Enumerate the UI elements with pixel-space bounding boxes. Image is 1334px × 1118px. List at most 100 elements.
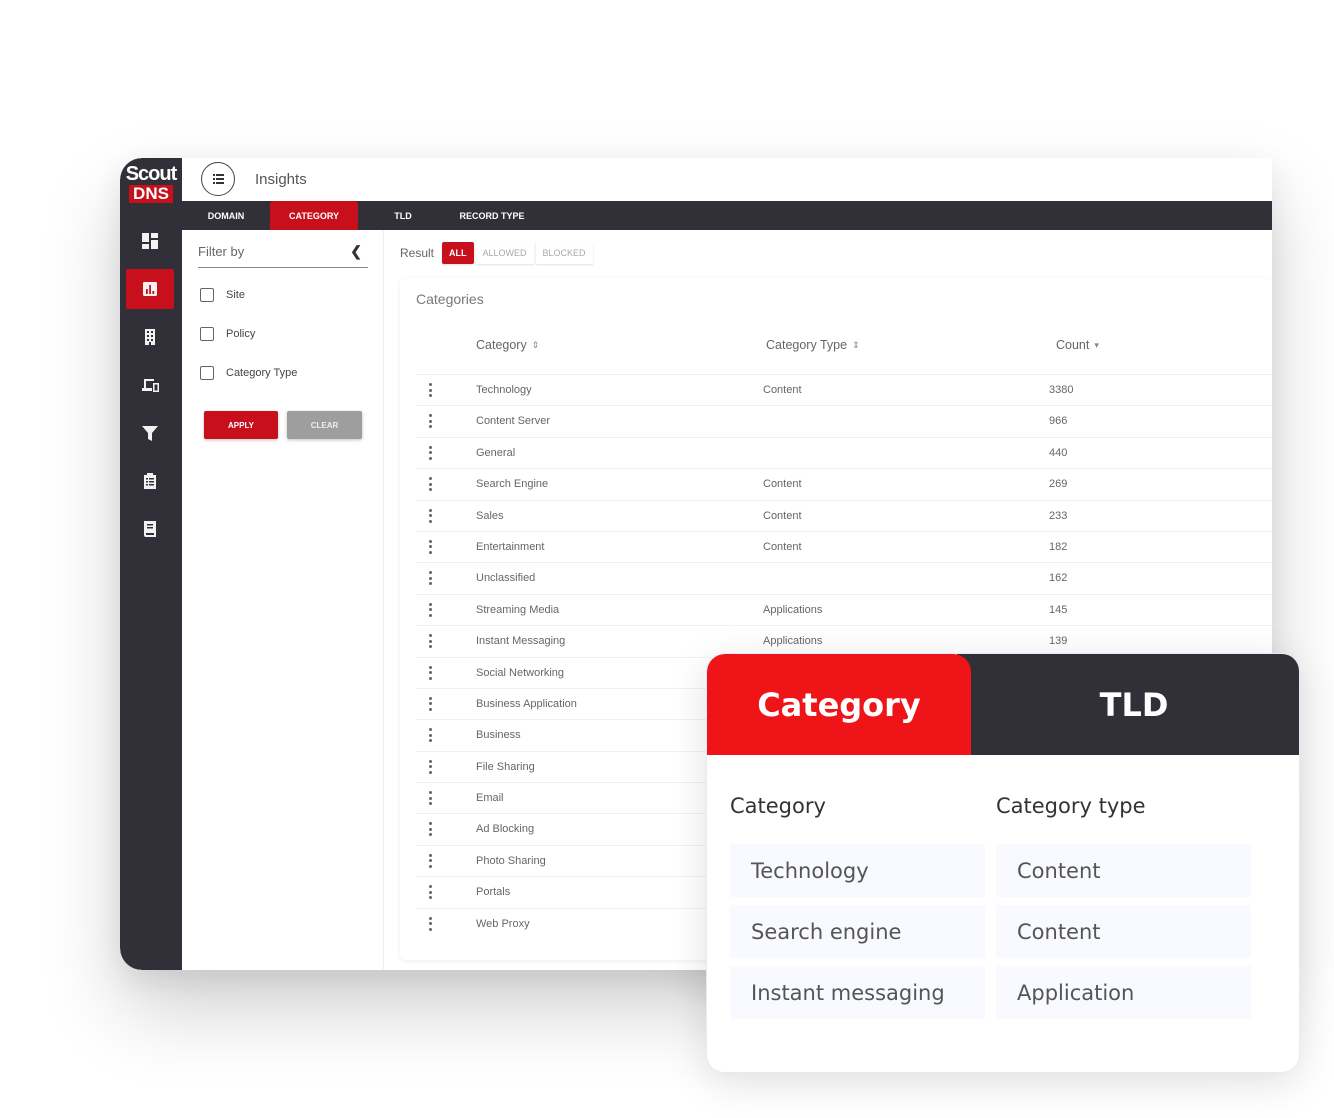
- more-vert-icon[interactable]: [426, 445, 434, 460]
- cell-category-type: Content: [763, 384, 802, 396]
- apply-button[interactable]: APPLY: [204, 411, 278, 439]
- tab-record-type[interactable]: RECORD TYPE: [448, 201, 536, 230]
- cell-category: Web Proxy: [476, 917, 530, 930]
- result-blocked-button[interactable]: BLOCKED: [535, 242, 593, 264]
- table-header: Category ⇕ Category Type ⇕ Count ▾: [400, 334, 1272, 374]
- table-row[interactable]: Instant Messaging Applications 139: [416, 625, 1272, 656]
- filter-option-category-type[interactable]: Category Type: [200, 366, 297, 380]
- more-vert-icon[interactable]: [426, 414, 434, 429]
- popup-tab-tld[interactable]: TLD: [957, 654, 1299, 755]
- chevron-left-icon[interactable]: ❮: [350, 243, 362, 260]
- filter-header: Filter by ❮: [198, 243, 368, 268]
- cell-count: 966: [1049, 415, 1068, 428]
- cell-category: Search Engine: [476, 478, 549, 491]
- tab-tld[interactable]: TLD: [358, 201, 448, 230]
- cell-category: Streaming Media: [476, 603, 560, 616]
- column-label: Count: [1056, 338, 1090, 352]
- cell-category: General: [476, 446, 516, 459]
- cell-category: Email: [476, 792, 504, 805]
- result-all-button[interactable]: ALL: [442, 242, 474, 264]
- filter-option-policy[interactable]: Policy: [200, 327, 255, 341]
- popup-tab-category[interactable]: Category: [707, 654, 971, 755]
- clear-button[interactable]: CLEAR: [287, 411, 362, 439]
- list-icon: [212, 174, 224, 184]
- column-header-category[interactable]: Category ⇕: [476, 338, 539, 352]
- cell-category: Social Networking: [476, 666, 565, 679]
- sidebar-item-reports[interactable]: [126, 461, 174, 501]
- more-vert-icon[interactable]: [426, 477, 434, 492]
- result-allowed-button[interactable]: ALLOWED: [475, 242, 534, 264]
- more-vert-icon[interactable]: [426, 539, 434, 554]
- sidebar-item-insights[interactable]: [126, 269, 174, 309]
- tab-domain[interactable]: DOMAIN: [182, 201, 270, 230]
- table-row[interactable]: Sales Content 233: [416, 499, 1272, 531]
- filter-panel: Filter by ❮ Site Policy Category Type AP…: [182, 230, 384, 970]
- clipboard-list-icon: [144, 473, 156, 489]
- logo-dns-text: DNS: [129, 185, 173, 203]
- cell-category: Photo Sharing: [476, 854, 546, 867]
- logo-scout-text: Scout: [125, 163, 178, 185]
- sidebar-item-dashboard[interactable]: [126, 221, 174, 261]
- more-vert-icon[interactable]: [426, 853, 434, 868]
- cell-count: 139: [1049, 635, 1068, 648]
- popup-cell-type: Content: [996, 905, 1251, 958]
- scoutdns-logo[interactable]: Scout DNS: [122, 164, 180, 204]
- sort-desc-icon: ▾: [1094, 339, 1099, 350]
- filter-option-site[interactable]: Site: [200, 288, 245, 302]
- more-vert-icon[interactable]: [426, 383, 434, 397]
- more-vert-icon[interactable]: [426, 759, 434, 774]
- cell-category: Instant Messaging: [476, 635, 566, 648]
- insights-tabs: DOMAIN CATEGORY TLD RECORD TYPE: [182, 201, 1272, 230]
- sidebar-item-sites[interactable]: [126, 317, 174, 357]
- column-header-count[interactable]: Count ▾: [1056, 338, 1099, 352]
- menu-button[interactable]: [201, 162, 235, 196]
- more-vert-icon[interactable]: [426, 571, 434, 586]
- table-row[interactable]: Unclassified 162: [416, 562, 1272, 593]
- more-vert-icon[interactable]: [426, 728, 434, 743]
- cell-category: Entertainment: [476, 540, 545, 553]
- category-preview-card: TLD Category Category Category type Tech…: [706, 653, 1300, 1073]
- more-vert-icon[interactable]: [426, 634, 434, 649]
- table-row[interactable]: Content Server 966: [416, 405, 1272, 436]
- popup-cell-type: Content: [996, 844, 1251, 897]
- table-row[interactable]: General 440: [416, 436, 1272, 468]
- column-label: Category Type: [766, 338, 848, 352]
- card-title: Categories: [416, 291, 484, 307]
- more-vert-icon[interactable]: [426, 822, 434, 837]
- policy-checkbox[interactable]: [200, 327, 214, 341]
- sidebar-item-devices[interactable]: [126, 365, 174, 405]
- more-vert-icon[interactable]: [426, 665, 434, 680]
- table-row[interactable]: Streaming Media Applications 145: [416, 593, 1272, 625]
- table-row[interactable]: Search Engine Content 269: [416, 468, 1272, 499]
- popup-cell-type: Application: [996, 966, 1251, 1019]
- more-vert-icon[interactable]: [426, 602, 434, 617]
- category-type-checkbox[interactable]: [200, 366, 214, 380]
- more-vert-icon[interactable]: [426, 696, 434, 711]
- more-vert-icon[interactable]: [426, 791, 434, 806]
- cell-category: Portals: [476, 886, 511, 899]
- cell-category-type: Applications: [763, 603, 823, 616]
- result-filter: Result ALL ALLOWED BLOCKED: [400, 242, 595, 264]
- more-vert-icon[interactable]: [426, 885, 434, 900]
- table-row[interactable]: Technology Content 3380: [416, 374, 1272, 405]
- tab-category[interactable]: CATEGORY: [270, 201, 358, 230]
- cell-count: 269: [1049, 478, 1068, 491]
- sort-icon: ⇕: [531, 339, 540, 350]
- cell-category: Business: [476, 729, 521, 742]
- more-vert-icon[interactable]: [426, 508, 434, 523]
- site-checkbox[interactable]: [200, 288, 214, 302]
- filter-option-label: Site: [226, 289, 245, 301]
- popup-header-category: Category: [730, 794, 826, 818]
- cell-count: 233: [1049, 509, 1068, 522]
- cell-category: Technology: [476, 384, 532, 396]
- table-row[interactable]: Entertainment Content 182: [416, 530, 1272, 562]
- sidebar-item-filters[interactable]: [126, 413, 174, 453]
- popup-cell-category: Instant messaging: [730, 966, 985, 1019]
- cell-category-type: Content: [763, 540, 802, 553]
- popup-cell-category: Search engine: [730, 905, 985, 958]
- more-vert-icon[interactable]: [426, 916, 434, 931]
- column-header-category-type[interactable]: Category Type ⇕: [766, 338, 860, 352]
- sidebar: Scout DNS: [120, 158, 182, 970]
- cell-category: Unclassified: [476, 572, 536, 585]
- sidebar-item-docs[interactable]: [126, 509, 174, 549]
